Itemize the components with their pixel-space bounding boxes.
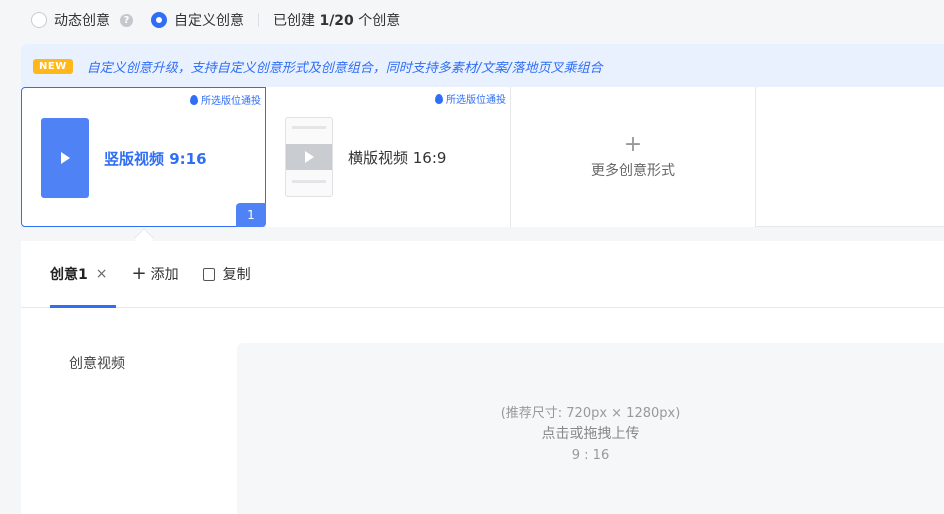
upload-instruction: 点击或拖拽上传: [541, 426, 640, 442]
divider: [258, 13, 259, 27]
flame-icon: [190, 94, 198, 105]
more-formats-button[interactable]: + 更多创意形式: [511, 87, 756, 227]
copy-creative-button[interactable]: 复制: [202, 264, 251, 284]
placement-tag: 所选版位通投: [190, 92, 261, 107]
format-horizontal-video[interactable]: 所选版位通投 横版视频 16:9: [266, 87, 511, 227]
copy-icon: [202, 267, 215, 281]
more-formats-label: 更多创意形式: [591, 163, 675, 179]
upload-size-hint: (推荐尺寸: 720px × 1280px): [500, 406, 681, 421]
custom-creative-option[interactable]: 自定义创意: [151, 10, 244, 30]
play-icon: [60, 152, 70, 164]
custom-label: 自定义创意: [174, 13, 244, 29]
custom-radio[interactable]: [151, 12, 167, 28]
placement-tag: 所选版位通投: [435, 91, 506, 106]
video-upload-area[interactable]: (推荐尺寸: 720px × 1280px) 点击或拖拽上传 9 : 16: [237, 343, 944, 514]
format-vertical-video[interactable]: 所选版位通投 竖版视频 9:16 1: [21, 87, 266, 227]
notice-text: 自定义创意升级，支持自定义创意形式及创意组合，同时支持多素材/文案/落地页叉乘组…: [86, 60, 603, 76]
creative-tabs: 创意1 × + 添加 复制: [21, 241, 944, 308]
add-creative-button[interactable]: + 添加: [131, 264, 178, 284]
upgrade-notice: NEW 自定义创意升级，支持自定义创意形式及创意组合，同时支持多素材/文案/落地…: [21, 44, 944, 88]
creative-format-list: 所选版位通投 竖版视频 9:16 1 所选版位通投 横版视频 16:9 + 更多…: [21, 87, 944, 227]
upload-ratio: 9 : 16: [571, 448, 610, 463]
format-count-badge: 1: [236, 203, 266, 227]
flame-icon: [435, 93, 443, 104]
help-icon[interactable]: ?: [120, 13, 133, 27]
creative-video-label: 创意视频: [69, 356, 125, 372]
plus-icon: +: [623, 132, 643, 157]
dynamic-radio[interactable]: [31, 12, 47, 28]
horizontal-video-thumbnail: [285, 117, 333, 197]
new-badge: NEW: [33, 58, 73, 74]
plus-icon: +: [131, 263, 147, 284]
dynamic-label: 动态创意: [54, 13, 110, 29]
play-icon: [304, 151, 314, 163]
format-label: 竖版视频 9:16: [104, 150, 207, 168]
close-icon[interactable]: ×: [96, 266, 108, 282]
creative-editor: 创意1 × + 添加 复制 创意视频 (推荐尺寸: 720px × 1280px…: [21, 241, 944, 514]
creative-mode-bar: 动态创意 ? 自定义创意 已创建 1/20 个创意: [0, 0, 944, 40]
format-label: 横版视频 16:9: [348, 149, 447, 167]
tab-creative-1[interactable]: 创意1 ×: [50, 241, 117, 308]
dynamic-creative-option[interactable]: 动态创意 ?: [31, 10, 133, 30]
vertical-video-thumbnail: [41, 118, 89, 198]
creative-count: 已创建 1/20 个创意: [273, 13, 401, 29]
